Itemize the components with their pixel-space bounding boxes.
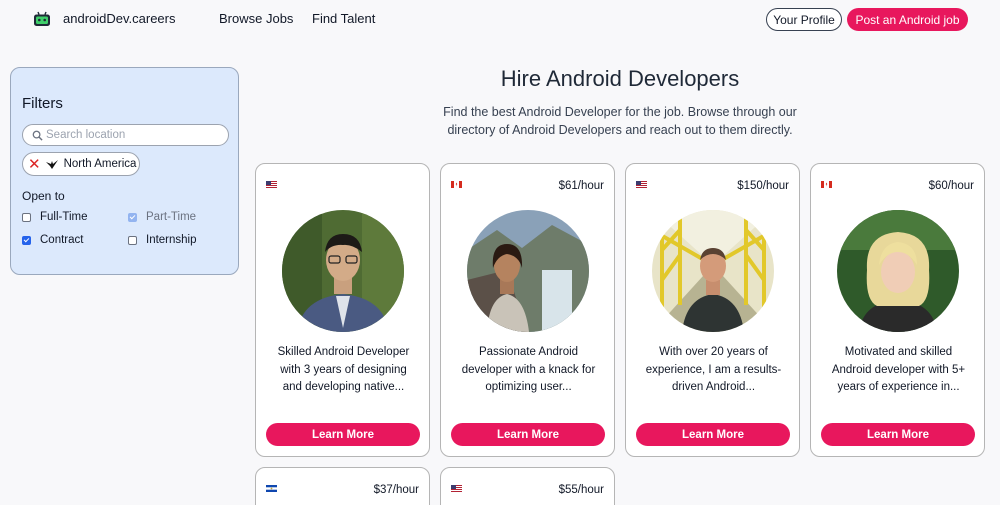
developer-avatar <box>467 210 589 332</box>
developer-avatar <box>282 210 404 332</box>
top-navbar: androidDev.careers Browse Jobs Find Tale… <box>0 0 1000 40</box>
part-time-checkbox[interactable] <box>128 212 137 222</box>
developer-card[interactable]: $55/hour <box>440 467 615 505</box>
el-salvador-flag-icon <box>266 485 277 492</box>
part-time-label: Part-Time <box>146 211 197 223</box>
option-part-time[interactable]: Part-Time <box>128 211 196 223</box>
nav-find-talent[interactable]: Find Talent <box>312 11 375 26</box>
remove-chip-icon[interactable]: ✕ <box>28 157 41 172</box>
developer-card[interactable]: $61/hour Passionate Android developer wi… <box>440 163 615 457</box>
developer-card[interactable]: Skilled Android Developer with 3 years o… <box>255 163 430 457</box>
developer-avatar <box>652 210 774 332</box>
canada-flag-icon <box>451 181 462 188</box>
filters-panel: Filters ✕ North America Open to Full-Tim… <box>10 67 239 275</box>
canada-flag-icon <box>821 181 832 188</box>
us-flag-icon <box>451 485 462 492</box>
page-title: Hire Android Developers <box>500 66 740 91</box>
developer-avatar <box>837 210 959 332</box>
option-contract[interactable]: Contract <box>22 234 83 246</box>
brand-name[interactable]: androidDev.careers <box>63 11 175 26</box>
us-flag-icon <box>636 181 647 188</box>
open-to-label: Open to <box>22 189 65 203</box>
learn-more-button[interactable]: Learn More <box>266 423 420 446</box>
hourly-rate: $61/hour <box>558 180 604 192</box>
your-profile-button[interactable]: Your Profile <box>766 8 842 31</box>
developer-bio: Skilled Android Developer with 3 years o… <box>277 346 410 393</box>
full-time-checkbox[interactable] <box>22 212 31 222</box>
search-icon <box>32 130 43 141</box>
filters-title: Filters <box>22 95 63 112</box>
location-search-input[interactable] <box>46 129 216 141</box>
full-time-label: Full-Time <box>40 211 88 223</box>
nav-browse-jobs[interactable]: Browse Jobs <box>219 11 293 26</box>
developer-bio: With over 20 years of experience, I am a… <box>645 346 782 393</box>
developer-bio: Motivated and skilled Android developer … <box>831 346 966 393</box>
contract-label: Contract <box>40 234 84 246</box>
developer-card[interactable]: $37/hour <box>255 467 430 505</box>
learn-more-button[interactable]: Learn More <box>636 423 790 446</box>
chip-label: North America <box>63 158 137 170</box>
internship-label: Internship <box>146 234 197 246</box>
developer-card[interactable]: $150/hour With over 20 years of experien… <box>625 163 800 457</box>
hourly-rate: $55/hour <box>558 484 604 496</box>
option-full-time[interactable]: Full-Time <box>22 211 88 223</box>
location-search-field[interactable] <box>22 124 229 146</box>
learn-more-button[interactable]: Learn More <box>821 423 975 446</box>
developer-card[interactable]: $60/hour Motivated and skilled Android d… <box>810 163 985 457</box>
page-subtitle: Find the best Android Developer for the … <box>443 105 797 137</box>
android-robot-logo-icon[interactable] <box>33 11 51 27</box>
north-america-eagle-icon <box>45 159 58 169</box>
hourly-rate: $150/hour <box>737 180 789 192</box>
developer-bio: Passionate Android developer with a knac… <box>461 346 596 393</box>
location-chip-north-america: ✕ North America <box>22 152 140 176</box>
hourly-rate: $37/hour <box>373 484 419 496</box>
learn-more-button[interactable]: Learn More <box>451 423 605 446</box>
us-flag-icon <box>266 181 277 188</box>
hourly-rate: $60/hour <box>928 180 974 192</box>
internship-checkbox[interactable] <box>128 235 137 245</box>
option-internship[interactable]: Internship <box>128 234 197 246</box>
post-job-button[interactable]: Post an Android job <box>847 8 968 31</box>
contract-checkbox[interactable] <box>22 235 31 245</box>
